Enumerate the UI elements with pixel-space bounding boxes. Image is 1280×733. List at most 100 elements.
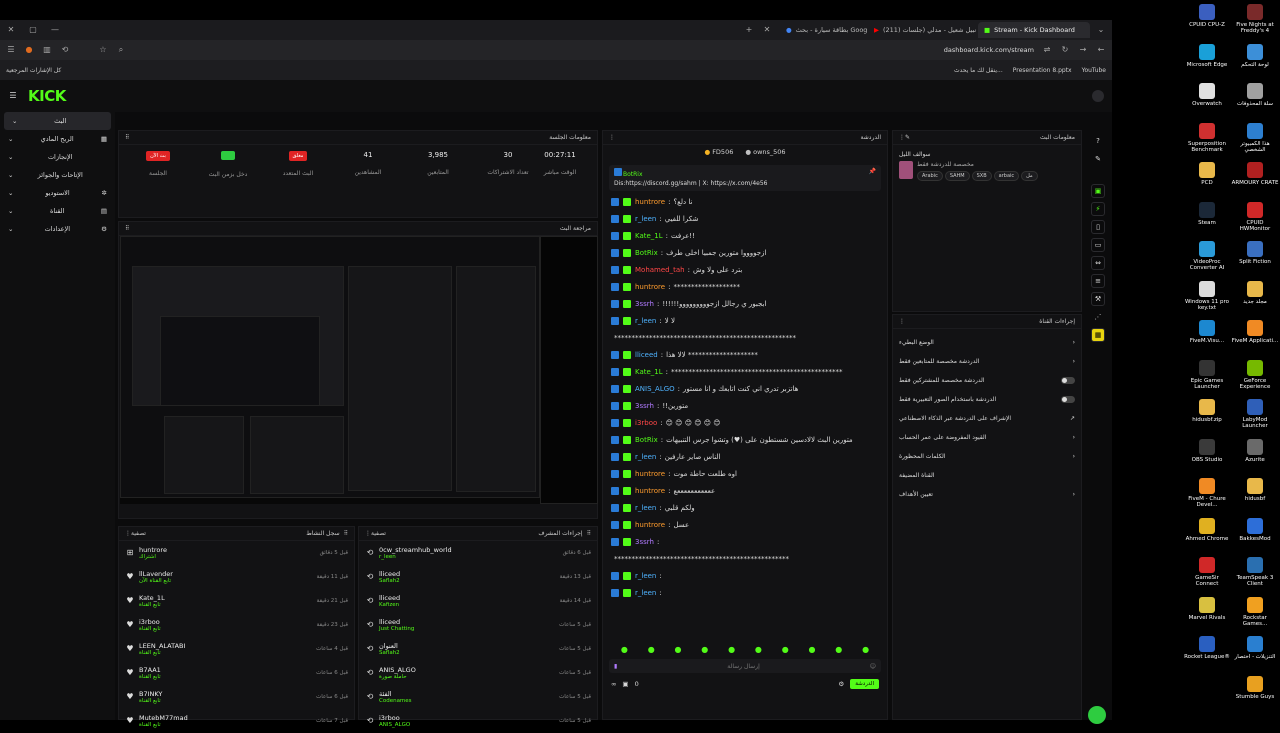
emote-icon[interactable]: ● (648, 645, 655, 654)
menu-dots-icon[interactable]: ⋮ (609, 134, 615, 141)
forward-icon[interactable]: → (1078, 45, 1088, 55)
settings-icon[interactable]: ☰ (6, 45, 16, 55)
list-item[interactable]: ⟲ 0cw_streamhub_world r_leen قبل 6 دقائق (359, 541, 597, 565)
chat-username[interactable]: BotRix (635, 436, 658, 444)
desktop-icon[interactable]: Stumble Guys (1231, 675, 1279, 700)
desktop-icon[interactable]: سلة المحذوفات (1231, 83, 1279, 107)
chat-username[interactable]: r_leen (635, 504, 656, 512)
desktop-icon[interactable]: Windows 11 pro key.txt (1183, 280, 1231, 312)
chevron-left-icon[interactable]: › (1073, 339, 1075, 346)
desktop-icon[interactable]: Split Fiction (1231, 241, 1279, 265)
move-icon[interactable]: ⠿ (587, 530, 591, 537)
status-badge[interactable]: مغلق (288, 151, 308, 161)
desktop-icon[interactable]: التنزيلات - اختصار (1231, 636, 1279, 660)
channel-action-item[interactable]: الدردشة باستخدام الصور التعبيرية فقط (893, 390, 1081, 409)
chat-message[interactable]: r_leen: (603, 584, 887, 601)
chat-message[interactable]: huntrore: عععععععععععع (603, 482, 887, 499)
maximize-icon[interactable]: ▢ (28, 25, 38, 35)
tag[interactable]: arbaic (993, 171, 1020, 181)
list-item[interactable]: ⟲ lliceed Saflah2 قبل 13 دقيقة (359, 565, 597, 589)
desktop-icon[interactable]: FiveM Applicati... (1231, 320, 1279, 344)
chat-username[interactable]: huntrore (635, 470, 665, 478)
channel-action-item[interactable]: الإشراف على الدردشة عبر الذكاء الاصطناعي… (893, 409, 1081, 428)
chevron-left-icon[interactable]: › (1073, 358, 1075, 365)
chat-message[interactable]: 3ssrh: !!!!!!ابجبور ي رجالل ازجووووووووو (603, 295, 887, 312)
filter-button[interactable]: تصفية (131, 530, 146, 537)
move-icon[interactable]: ⠿ (344, 530, 348, 537)
emote-icon[interactable]: ● (621, 645, 628, 654)
chat-message[interactable]: BotRix: متورين البث لالادسين شستطون على (… (603, 431, 887, 448)
emote-icon[interactable]: ● (755, 645, 762, 654)
desktop-icon[interactable]: GeForce Experience (1231, 359, 1279, 391)
move-icon[interactable]: ⠿ (125, 225, 129, 232)
chat-message[interactable]: huntrore: نا دلع؟ (603, 193, 887, 210)
close-tab-icon[interactable]: ✕ (762, 25, 772, 35)
channel-action-item[interactable]: الدردشة مخصصة للمشتركين فقط (893, 371, 1081, 390)
sidebar-item-settings[interactable]: ⌄ الإعدادات ⚙ (0, 220, 115, 238)
list-item[interactable]: ♥ llLavender تابع القناة الآن قبل 11 دقيق… (119, 565, 354, 589)
chat-username[interactable]: BotRix (635, 249, 658, 257)
bookmark-item[interactable]: ينقل لك ما يحدث... (954, 67, 1003, 74)
emote-icon[interactable]: ● (862, 645, 869, 654)
list-item[interactable]: ♥ LEEN_ALATABI تابع القناة قبل 4 ساعات (119, 637, 354, 661)
sidebar-item-achievements[interactable]: ⌄ الإنجازات (0, 148, 115, 166)
star-icon[interactable]: ☆ (98, 45, 108, 55)
list-item[interactable]: ⟲ الفئة Codenames قبل 5 ساعات (359, 685, 597, 709)
chat-message[interactable]: 3ssrh: !!متورين (603, 397, 887, 414)
sidebar-icon[interactable]: ▥ (42, 45, 52, 55)
desktop-icon[interactable]: هذا الكمبيوتر الشخصي (1231, 122, 1279, 154)
menu-dots-icon[interactable]: ⋮ (899, 318, 905, 325)
minimize-icon[interactable]: — (50, 25, 60, 35)
list-item[interactable]: ♥ B7INKY تابع القناة قبل 6 ساعات (119, 685, 354, 709)
desktop-icon[interactable]: GameSir Connect (1183, 557, 1231, 588)
desktop-icon[interactable]: CPUID CPU-Z (1183, 4, 1231, 28)
tag[interactable]: مل (1021, 171, 1038, 181)
list-item[interactable]: ♥ Kate_1L تابع القناة قبل 21 دقيقة (119, 589, 354, 613)
list-item[interactable]: ⟲ lliceed Kafizen قبل 14 دقيقة (359, 589, 597, 613)
tag[interactable]: Arabic (917, 171, 943, 181)
chat-username[interactable]: Kate_1L (635, 368, 663, 376)
chat-username[interactable]: huntrore (635, 283, 665, 291)
support-button[interactable] (1088, 706, 1106, 724)
avatar[interactable] (1092, 90, 1104, 102)
chat-username[interactable]: 3ssrh (635, 402, 654, 410)
sidebar-item-drops[interactable]: ⌄ الإتاحات والجوائز (0, 166, 115, 184)
chat-username[interactable]: ANIS_ALGO (635, 385, 675, 393)
desktop-icon[interactable]: Rocket League® (1183, 636, 1231, 660)
desktop-icon[interactable]: hidusbf (1231, 478, 1279, 502)
list-item[interactable]: ♥ B7AA1 تابع القناة قبل 6 ساعات (119, 661, 354, 685)
list-item[interactable]: ⟲ lliceed Just Chatting قبل 5 ساعات (359, 613, 597, 637)
sidebar-item-monetization[interactable]: ⌄ الربح المادي ▦ (0, 130, 115, 148)
gear-icon[interactable]: ⚙ (838, 680, 844, 688)
menu-icon[interactable]: ☰ (8, 91, 18, 101)
desktop-icon[interactable]: TeamSpeak 3 Client (1231, 557, 1279, 588)
channel-action-item[interactable]: الدردشة مخصصة للمتابعين فقط › (893, 352, 1081, 371)
gifter[interactable]: ● owns_506 (745, 148, 785, 156)
new-tab-icon[interactable]: + (744, 25, 754, 35)
pen-icon[interactable]: ✎ (1091, 152, 1105, 166)
gift-icon[interactable]: ▣ (622, 680, 628, 688)
chat-icon[interactable]: ▭ (1091, 238, 1105, 252)
chat-message[interactable]: r_leen: ولكم قلبي (603, 499, 887, 516)
list-item[interactable]: ⟲ i3rboo ANIS_ALGO قبل 5 ساعات (359, 709, 597, 733)
send-button[interactable]: الدردشة (850, 679, 879, 689)
emote-icon[interactable]: ● (728, 645, 735, 654)
chat-username[interactable]: huntrore (635, 198, 665, 206)
emote-icon[interactable]: ● (782, 645, 789, 654)
toggle-switch[interactable] (1061, 396, 1075, 403)
chat-username[interactable]: huntrore (635, 521, 665, 529)
chat-message[interactable]: 3ssrh: (603, 533, 887, 550)
chat-message[interactable]: r_leen: الناس صاير عارفين (603, 448, 887, 465)
emote-icon[interactable]: ● (808, 645, 815, 654)
filter-button[interactable]: تصفية (371, 530, 386, 537)
edit-icon[interactable]: ✎ (905, 134, 910, 141)
tab-search-icon[interactable]: ⌄ (1096, 25, 1106, 35)
toggle-switch[interactable] (1061, 377, 1075, 384)
chat-message[interactable]: huntrore: ******************* (603, 278, 887, 295)
kick-logo[interactable]: KICK (28, 87, 66, 105)
chat-message[interactable]: ANIS_ALGO: هاتزبر تدري اني كنت اتابعك و ا… (603, 380, 887, 397)
chat-message[interactable]: r_leen: شكرا للفيي (603, 210, 887, 227)
bookmark-item[interactable]: YouTube (1082, 67, 1106, 74)
bolt-icon[interactable]: ⚡ (1091, 202, 1105, 216)
channel-action-item[interactable]: تعيين الأهداف › (893, 485, 1081, 504)
